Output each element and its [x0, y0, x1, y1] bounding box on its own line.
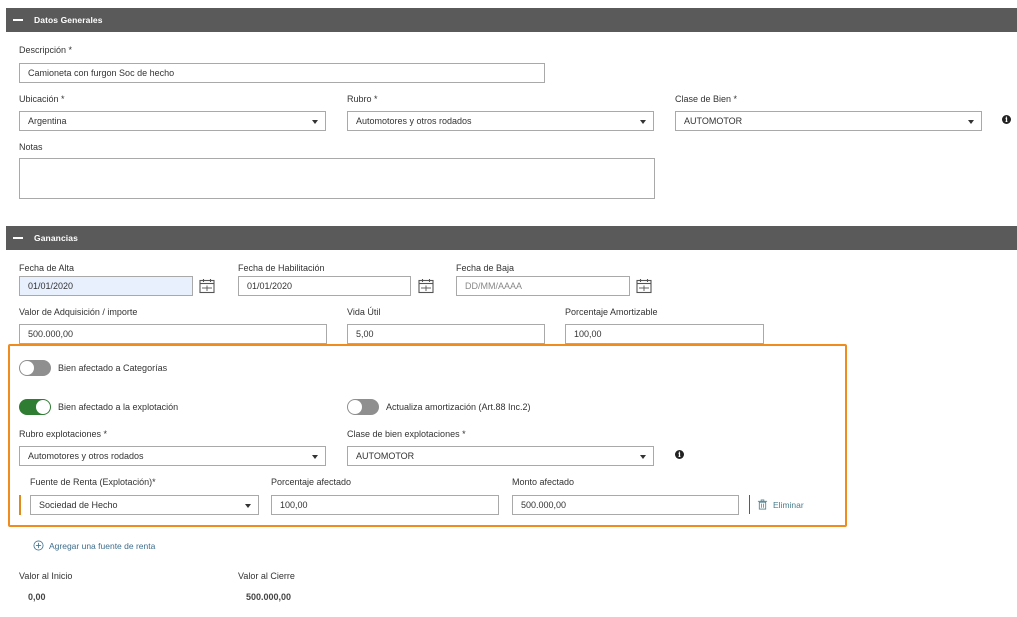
fuente-renta-select[interactable]: Sociedad de Hecho — [30, 495, 259, 515]
agregar-fuente-label: Agregar una fuente de renta — [49, 540, 156, 551]
ubicacion-label: Ubicación * — [19, 94, 65, 104]
rubro-explotaciones-select[interactable]: Automotores y otros rodados — [19, 446, 326, 466]
calendar-icon[interactable] — [636, 278, 652, 294]
monto-afectado-label: Monto afectado — [512, 477, 575, 487]
toggle-knob — [36, 400, 50, 414]
notas-label: Notas — [19, 142, 43, 152]
valor-inicio-label: Valor al Inicio — [19, 571, 73, 581]
info-icon[interactable]: i — [675, 450, 684, 459]
fecha-baja-label: Fecha de Baja — [456, 263, 515, 273]
toggle-knob — [348, 400, 362, 414]
valor-adquisicion-input[interactable]: 500.000,00 — [19, 324, 327, 344]
clase-bien-select[interactable]: AUTOMOTOR — [675, 111, 982, 131]
delete-separator — [749, 495, 750, 514]
datos-generales-header[interactable]: Datos Generales — [6, 8, 1017, 32]
clase-bien-label: Clase de Bien * — [675, 94, 738, 104]
fuente-renta-label: Fuente de Renta (Explotación)* — [30, 477, 156, 487]
agregar-fuente-button[interactable]: Agregar una fuente de renta — [33, 540, 155, 551]
ubicacion-select[interactable]: Argentina — [19, 111, 326, 131]
eliminar-label: Eliminar — [773, 499, 804, 510]
fecha-baja-input[interactable]: DD/MM/AAAA — [456, 276, 630, 296]
descripcion-input[interactable]: Camioneta con furgon Soc de hecho — [19, 63, 545, 83]
valor-cierre-value: 500.000,00 — [246, 592, 292, 602]
valor-adquisicion-label: Valor de Adquisición / importe — [19, 307, 138, 317]
rubro-explotaciones-label: Rubro explotaciones * — [19, 429, 108, 439]
vida-util-input[interactable]: 5,00 — [347, 324, 545, 344]
section-title: Datos Generales — [34, 15, 103, 25]
actualiza-amortizacion-label: Actualiza amortización (Art.88 Inc.2) — [386, 402, 531, 412]
collapse-minus-icon[interactable] — [13, 19, 23, 21]
porcentaje-afectado-input[interactable]: 100,00 — [271, 495, 499, 515]
categorias-label: Bien afectado a Categorías — [58, 363, 168, 373]
vida-util-label: Vida Útil — [347, 307, 381, 317]
notas-textarea[interactable] — [19, 158, 655, 199]
fecha-habilitacion-input[interactable]: 01/01/2020 — [238, 276, 411, 296]
porcentaje-afectado-label: Porcentaje afectado — [271, 477, 352, 487]
toggle-knob — [20, 361, 34, 375]
porcentaje-amortizable-input[interactable]: 100,00 — [565, 324, 764, 344]
valor-cierre-label: Valor al Cierre — [238, 571, 295, 581]
clase-explotaciones-label: Clase de bien explotaciones * — [347, 429, 466, 439]
rubro-select[interactable]: Automotores y otros rodados — [347, 111, 654, 131]
valor-inicio-value: 0,00 — [28, 592, 46, 602]
rubro-label: Rubro * — [347, 94, 378, 104]
fecha-alta-input[interactable]: 01/01/2020 — [19, 276, 193, 296]
descripcion-label: Descripción * — [19, 45, 73, 55]
explotacion-label: Bien afectado a la explotación — [58, 402, 179, 412]
clase-explotaciones-select[interactable]: AUTOMOTOR — [347, 446, 654, 466]
section-title: Ganancias — [34, 233, 78, 243]
categorias-toggle[interactable] — [19, 360, 51, 376]
calendar-icon[interactable] — [418, 278, 434, 294]
eliminar-button[interactable]: Eliminar — [757, 499, 804, 510]
fecha-habilitacion-label: Fecha de Habilitación — [238, 263, 325, 273]
info-icon[interactable]: i — [1002, 115, 1011, 124]
collapse-minus-icon[interactable] — [13, 237, 23, 239]
plus-circle-icon — [33, 540, 44, 551]
explotacion-toggle[interactable] — [19, 399, 51, 415]
ganancias-header[interactable]: Ganancias — [6, 226, 1017, 250]
fecha-alta-label: Fecha de Alta — [19, 263, 75, 273]
calendar-icon[interactable] — [199, 278, 215, 294]
trash-icon — [757, 499, 768, 510]
monto-afectado-input[interactable]: 500.000,00 — [512, 495, 739, 515]
porcentaje-amortizable-label: Porcentaje Amortizable — [565, 307, 658, 317]
fuente-row-marker — [19, 495, 21, 515]
actualiza-amortizacion-toggle[interactable] — [347, 399, 379, 415]
